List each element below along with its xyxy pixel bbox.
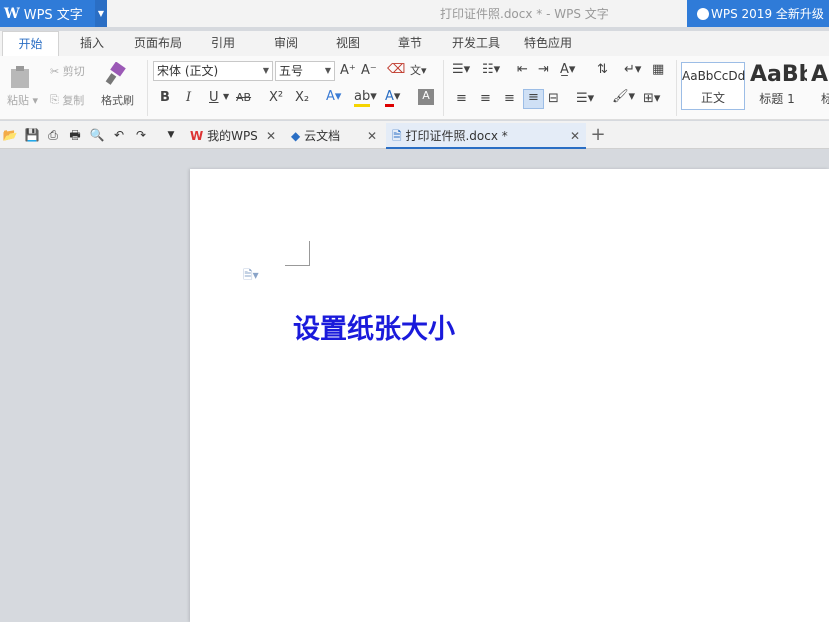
- subscript-button[interactable]: X₂: [295, 90, 309, 105]
- print-preview-icon[interactable]: 🔍: [89, 127, 105, 143]
- window-title: 打印证件照.docx * - WPS 文字: [440, 7, 609, 21]
- divider: [676, 60, 677, 116]
- close-icon[interactable]: ✕: [367, 123, 377, 149]
- font-size-select[interactable]: 五号 ▼: [275, 61, 335, 81]
- document-page[interactable]: [190, 169, 829, 622]
- chevron-down-icon[interactable]: ▼: [223, 92, 229, 101]
- doc-tab-current[interactable]: 🗎 打印证件照.docx * ✕: [386, 123, 586, 149]
- strikethrough-button[interactable]: AB: [236, 91, 251, 104]
- format-painter-icon[interactable]: [104, 62, 134, 86]
- document-icon: 🗎: [392, 129, 402, 143]
- tab-references[interactable]: 引用: [205, 31, 241, 56]
- grow-font-icon[interactable]: A⁺: [340, 63, 356, 78]
- numbered-list-icon[interactable]: ☷▾: [482, 62, 500, 77]
- tab-special[interactable]: 特色应用: [518, 31, 578, 56]
- show-marks-icon[interactable]: ↵▾: [624, 62, 641, 77]
- underline-button[interactable]: U: [209, 90, 219, 105]
- print-icon[interactable]: 🖶: [67, 127, 83, 143]
- doc-tab-cloud[interactable]: ◆ 云文档 ✕: [285, 123, 383, 149]
- new-tab-icon[interactable]: +: [590, 126, 606, 144]
- undo-icon[interactable]: ↶: [111, 127, 127, 143]
- chevron-down-icon: ▼: [262, 66, 269, 75]
- open-folder-icon[interactable]: 📂: [2, 127, 18, 143]
- document-heading[interactable]: 设置纸张大小: [293, 307, 455, 346]
- font-color-icon[interactable]: A▾: [385, 89, 400, 107]
- char-shading-icon[interactable]: A: [418, 89, 434, 105]
- copy-icon: ⎘: [50, 93, 59, 106]
- export-pdf-icon[interactable]: ⎙: [45, 127, 61, 143]
- wps-logo-icon: W: [190, 129, 204, 143]
- tab-developer[interactable]: 开发工具: [448, 31, 504, 56]
- shrink-font-icon[interactable]: A⁻: [361, 63, 377, 78]
- justify-icon[interactable]: ≡: [523, 89, 544, 109]
- align-center-icon[interactable]: ≡: [480, 91, 491, 106]
- chevron-down-icon: ▼: [324, 66, 331, 75]
- tab-review[interactable]: 审阅: [268, 31, 304, 56]
- app-menu-dropdown[interactable]: ▼: [95, 0, 107, 27]
- align-left-icon[interactable]: ≡: [456, 91, 467, 106]
- app-menu-button[interactable]: W WPS 文字: [0, 0, 95, 27]
- redo-icon[interactable]: ↷: [133, 127, 149, 143]
- sort-icon[interactable]: ⇅: [597, 62, 608, 77]
- align-right-icon[interactable]: ≡: [504, 91, 515, 106]
- clear-format-icon[interactable]: ⌫: [387, 62, 405, 77]
- line-spacing-icon[interactable]: ☰▾: [576, 91, 594, 106]
- menu-bar: 开始 插入 页面布局 引用 审阅 视图 章节 开发工具 特色应用: [0, 31, 829, 56]
- tab-view[interactable]: 视图: [330, 31, 366, 56]
- quick-access-toolbar: 📂 💾 ⎙ 🖶 🔍 ↶ ↷ ▼ W 我的WPS ✕ ◆ 云文档 ✕ 🗎 打印证件…: [0, 121, 829, 149]
- cut-button[interactable]: ✂ 剪切: [50, 63, 85, 79]
- decrease-indent-icon[interactable]: ⇤: [517, 62, 528, 77]
- scissors-icon: ✂: [50, 64, 60, 78]
- tab-page-layout[interactable]: 页面布局: [130, 31, 186, 56]
- doc-tab-my-wps[interactable]: W 我的WPS ✕: [184, 123, 282, 149]
- italic-button[interactable]: I: [186, 90, 191, 105]
- margin-corner-mark: [285, 241, 310, 266]
- divider: [443, 60, 444, 116]
- increase-indent-icon[interactable]: ⇥: [538, 62, 549, 77]
- shield-icon: [697, 7, 709, 20]
- text-effect-icon[interactable]: A▾: [326, 89, 341, 104]
- upgrade-label: WPS 2019 全新升级: [711, 7, 824, 21]
- divider: [147, 60, 148, 116]
- format-painter-button[interactable]: 格式刷: [101, 92, 134, 108]
- cloud-cube-icon: ◆: [291, 129, 301, 143]
- title-bar: W WPS 文字 ▼ 打印证件照.docx * - WPS 文字 WPS 201…: [0, 0, 829, 27]
- border-icon[interactable]: ⊞▾: [643, 91, 660, 106]
- phonetic-guide-icon[interactable]: 文▾: [410, 62, 427, 78]
- copy-button[interactable]: ⎘ 复制: [50, 92, 84, 108]
- fill-color-icon[interactable]: 🖌▾: [612, 89, 635, 104]
- style-normal[interactable]: AaBbCcDd 正文: [681, 62, 745, 110]
- upgrade-button[interactable]: WPS 2019 全新升级: [687, 0, 829, 27]
- distribute-icon[interactable]: ⊟: [548, 91, 559, 106]
- superscript-button[interactable]: X²: [269, 90, 283, 105]
- customize-toolbar-icon[interactable]: ▼: [163, 127, 179, 143]
- app-name: WPS 文字: [23, 8, 83, 23]
- table-grid-icon[interactable]: ▦: [652, 62, 664, 77]
- style-heading-1[interactable]: AaBb 标题 1: [747, 62, 807, 110]
- tab-sections[interactable]: 章节: [392, 31, 428, 56]
- bold-button[interactable]: B: [160, 90, 170, 105]
- clipboard-icon: [11, 66, 29, 88]
- bullet-list-icon[interactable]: ☰▾: [452, 62, 470, 77]
- save-icon[interactable]: 💾: [24, 127, 40, 143]
- wps-logo-icon: W: [4, 5, 20, 22]
- paste-button[interactable]: [8, 64, 38, 90]
- style-heading-2[interactable]: A 标: [809, 62, 829, 110]
- tab-home[interactable]: 开始: [2, 31, 59, 56]
- close-icon[interactable]: ✕: [570, 123, 580, 149]
- close-icon[interactable]: ✕: [266, 123, 276, 149]
- text-direction-icon[interactable]: A̲▾: [560, 62, 575, 77]
- font-name-select[interactable]: 宋体 (正文) ▼: [153, 61, 273, 81]
- paste-label[interactable]: 粘贴 ▾: [7, 92, 38, 108]
- highlight-icon[interactable]: ab▾: [354, 89, 377, 107]
- tab-insert[interactable]: 插入: [70, 31, 114, 56]
- paste-options-icon[interactable]: 🗎▾: [243, 266, 259, 287]
